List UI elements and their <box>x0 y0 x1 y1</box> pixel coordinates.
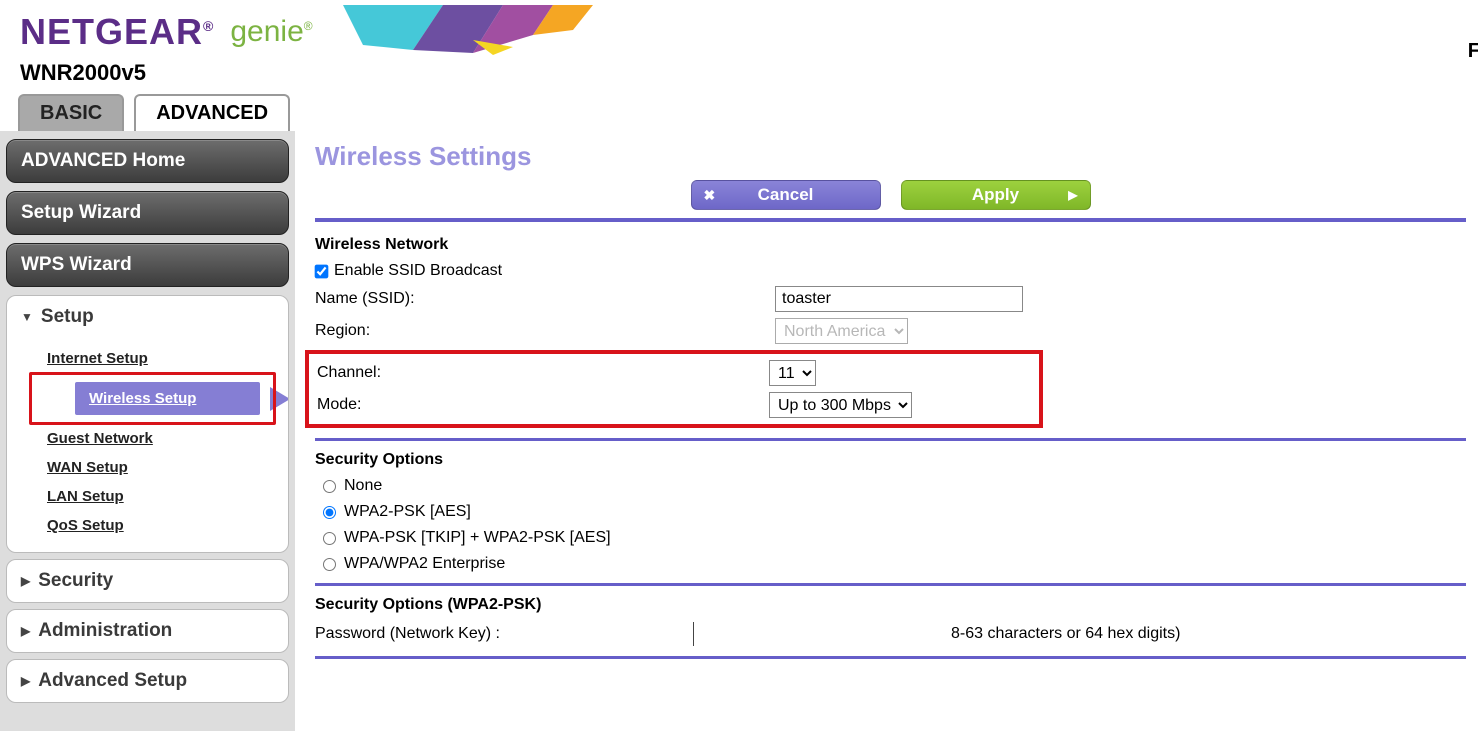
sidebar-group-security-header[interactable]: ▶ Security <box>7 560 288 602</box>
password-label: Password (Network Key) : <box>315 625 693 643</box>
sidebar-item-guest-network[interactable]: Guest Network <box>7 424 288 453</box>
enable-ssid-label: Enable SSID Broadcast <box>334 262 502 280</box>
enable-ssid-checkbox[interactable] <box>315 264 329 278</box>
close-icon: ✖ <box>704 187 716 204</box>
active-arrow-icon <box>270 387 289 411</box>
security-enterprise-label: WPA/WPA2 Enterprise <box>344 555 505 573</box>
model-label: WNR2000v5 <box>20 60 1458 86</box>
sidebar-item-internet-setup[interactable]: Internet Setup <box>7 344 288 373</box>
cutoff-letter: F <box>1468 40 1478 63</box>
wireless-network-heading: Wireless Network <box>315 236 1466 254</box>
main-tabs: BASIC ADVANCED <box>0 86 1478 131</box>
brand-logo: NETGEAR® <box>20 11 214 53</box>
action-row: ✖ Cancel Apply ▶ <box>315 180 1466 216</box>
sidebar-group-security: ▶ Security <box>6 559 289 603</box>
apply-button-label: Apply <box>972 185 1019 205</box>
security-none-label: None <box>344 477 382 495</box>
cancel-button-label: Cancel <box>758 185 814 205</box>
play-icon: ▶ <box>1068 188 1077 202</box>
sidebar-group-administration: ▶ Administration <box>6 609 289 653</box>
sidebar-item-qos-setup[interactable]: QoS Setup <box>7 511 288 540</box>
tab-advanced[interactable]: ADVANCED <box>134 94 290 131</box>
sidebar-group-setup-label: Setup <box>41 306 94 328</box>
sidebar-group-advanced-setup-header[interactable]: ▶ Advanced Setup <box>7 660 288 702</box>
security-options-heading: Security Options <box>315 451 1466 469</box>
password-hint: 8-63 characters or 64 hex digits) <box>951 625 1180 643</box>
chevron-down-icon: ▼ <box>21 310 33 324</box>
region-label: Region: <box>315 322 775 340</box>
region-select[interactable]: North America <box>775 318 908 344</box>
sidebar-group-administration-label: Administration <box>38 620 172 642</box>
ssid-name-input[interactable] <box>775 286 1023 312</box>
sub-brand-logo: genie® <box>230 15 312 49</box>
cancel-button[interactable]: ✖ Cancel <box>691 180 881 210</box>
security-wpa2psk-label: WPA2-PSK [AES] <box>344 503 471 521</box>
chevron-right-icon: ▶ <box>21 574 30 588</box>
sidebar: ADVANCED Home Setup Wizard WPS Wizard ▼ … <box>0 131 295 731</box>
ssid-name-label: Name (SSID): <box>315 290 775 308</box>
security-wpa2psk-radio[interactable] <box>323 506 336 519</box>
sidebar-group-security-label: Security <box>38 570 113 592</box>
divider <box>315 438 1466 441</box>
chevron-right-icon: ▶ <box>21 624 30 638</box>
divider <box>315 583 1466 586</box>
mode-select[interactable]: Up to 300 Mbps <box>769 392 912 418</box>
security-wpapsk-mixed-radio[interactable] <box>323 532 336 545</box>
sidebar-group-setup: ▼ Setup Internet Setup Wireless Setup Gu… <box>6 295 289 553</box>
sidebar-item-wan-setup[interactable]: WAN Setup <box>7 453 288 482</box>
highlight-box: Channel: 11 Mode: Up to 300 Mbps <box>305 350 1043 428</box>
page-title: Wireless Settings <box>315 137 1466 180</box>
sidebar-group-advanced-setup-label: Advanced Setup <box>38 670 187 692</box>
security-wpapsk-mixed-label: WPA-PSK [TKIP] + WPA2-PSK [AES] <box>344 529 611 547</box>
security-psk-heading: Security Options (WPA2-PSK) <box>315 596 1466 614</box>
sidebar-group-setup-header[interactable]: ▼ Setup <box>7 296 288 338</box>
divider <box>315 218 1466 222</box>
sidebar-setup-wizard[interactable]: Setup Wizard <box>6 191 289 235</box>
sidebar-group-advanced-setup: ▶ Advanced Setup <box>6 659 289 703</box>
sidebar-wps-wizard[interactable]: WPS Wizard <box>6 243 289 287</box>
security-enterprise-radio[interactable] <box>323 558 336 571</box>
channel-label: Channel: <box>317 364 769 382</box>
mode-label: Mode: <box>317 396 769 414</box>
sidebar-item-wireless-setup[interactable]: Wireless Setup <box>35 376 270 421</box>
header: NETGEAR® genie® F WNR2000v5 <box>0 0 1478 86</box>
apply-button[interactable]: Apply ▶ <box>901 180 1091 210</box>
password-input[interactable] <box>693 622 699 646</box>
content: Wireless Settings ✖ Cancel Apply ▶ Wirel… <box>295 131 1478 731</box>
security-none-radio[interactable] <box>323 480 336 493</box>
tab-basic[interactable]: BASIC <box>18 94 124 131</box>
divider <box>315 656 1466 659</box>
channel-select[interactable]: 11 <box>769 360 816 386</box>
sidebar-item-lan-setup[interactable]: LAN Setup <box>7 482 288 511</box>
sidebar-group-administration-header[interactable]: ▶ Administration <box>7 610 288 652</box>
chevron-right-icon: ▶ <box>21 674 30 688</box>
decorative-shapes <box>343 5 603 58</box>
logo-row: NETGEAR® genie® F <box>20 0 1458 58</box>
sidebar-advanced-home[interactable]: ADVANCED Home <box>6 139 289 183</box>
